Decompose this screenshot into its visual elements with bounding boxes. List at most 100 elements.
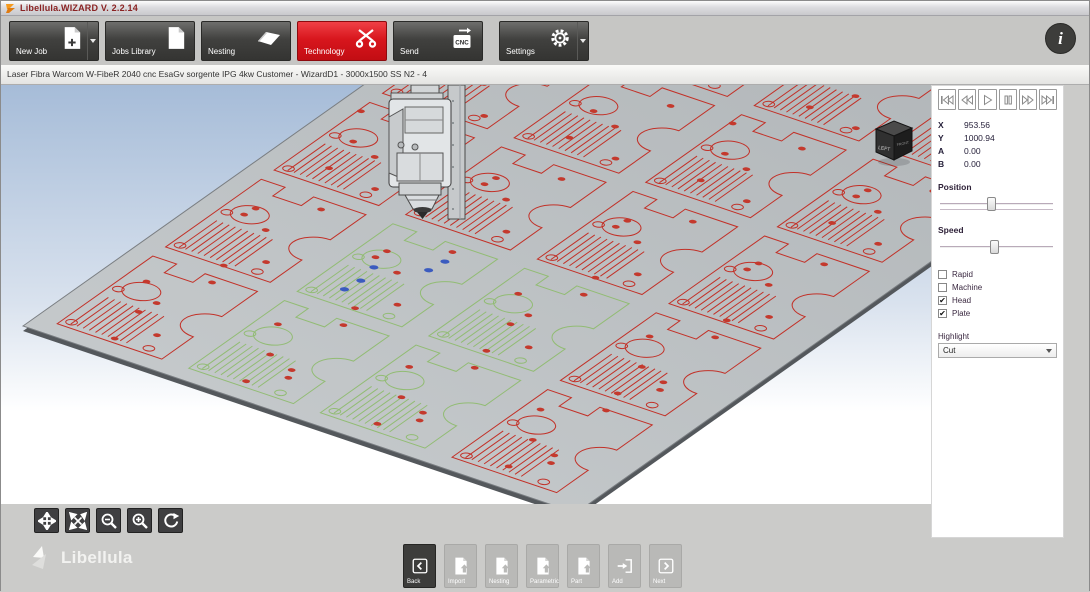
technology-scissors-icon xyxy=(354,26,378,53)
skip-to-start-button[interactable] xyxy=(938,89,956,110)
pan-button[interactable] xyxy=(34,508,59,533)
position-slider[interactable] xyxy=(938,196,1057,213)
zoom-in-icon xyxy=(131,512,149,530)
jobs-library-document-icon xyxy=(166,26,186,53)
settings-dropdown-arrow-icon[interactable] xyxy=(577,22,588,60)
window-title: Libellula.WIZARD V. 2.2.14 xyxy=(20,3,138,13)
position-label: Position xyxy=(938,182,1057,192)
add-button[interactable]: Add xyxy=(608,544,641,588)
pause-icon xyxy=(1001,94,1015,106)
next-icon xyxy=(657,557,675,575)
layer-checkboxes: Rapid Machine ✔Head ✔Plate xyxy=(938,268,1057,320)
reset-view-icon xyxy=(162,512,180,530)
brand-logo: Libellula xyxy=(31,545,133,571)
title-bar: Libellula.WIZARD V. 2.2.14 xyxy=(1,1,1089,16)
back-button[interactable]: Back xyxy=(403,544,436,588)
machine-status-bar: Laser Fibra Warcom W-FibeR 2040 cnc EsaG… xyxy=(1,65,1089,85)
zoom-in-button[interactable] xyxy=(127,508,152,533)
svg-text:CNC: CNC xyxy=(455,39,469,46)
nesting-document-icon xyxy=(493,557,511,575)
rapid-checkbox-box[interactable] xyxy=(938,270,947,279)
step-back-button[interactable] xyxy=(958,89,976,110)
axis-a-value: 0.00 xyxy=(964,146,981,156)
zoom-out-button[interactable] xyxy=(96,508,121,533)
highlight-label: Highlight xyxy=(938,332,1057,341)
send-cnc-icon: CNC xyxy=(450,26,474,55)
speed-slider-thumb[interactable] xyxy=(990,240,999,254)
3d-viewport[interactable]: LEFT FRONT xyxy=(1,85,931,504)
machine-description: Laser Fibra Warcom W-FibeR 2040 cnc EsaG… xyxy=(7,69,427,79)
chevron-down-icon xyxy=(1046,349,1052,353)
pause-button[interactable] xyxy=(999,89,1017,110)
highlight-dropdown[interactable]: Cut xyxy=(938,343,1057,358)
rapid-checkbox[interactable]: Rapid xyxy=(938,268,1057,281)
nesting-button[interactable]: Nesting xyxy=(485,544,518,588)
play-icon xyxy=(980,94,994,106)
toolbar-send-button[interactable]: CNC Send xyxy=(393,21,483,61)
skip-to-start-icon xyxy=(940,94,954,106)
simulation-panel: X953.56 Y1000.94 A0.00 B0.00 Position Sp… xyxy=(931,85,1064,538)
axis-b-label: B xyxy=(938,159,964,169)
nesting-scene: LEFT FRONT xyxy=(1,85,931,504)
wizard-navigation: Back Import Nesting Parametric Part Add … xyxy=(403,544,682,588)
part-button[interactable]: Part xyxy=(567,544,600,588)
import-document-icon xyxy=(452,557,470,575)
toolbar-technology-button[interactable]: Technology xyxy=(297,21,387,61)
pan-icon xyxy=(38,512,56,530)
info-icon: i xyxy=(1058,29,1063,49)
app-logo-icon xyxy=(5,3,16,14)
head-checkbox[interactable]: ✔Head xyxy=(938,294,1057,307)
nesting-sheet-icon xyxy=(256,26,282,51)
new-job-dropdown-arrow-icon[interactable] xyxy=(87,22,98,60)
position-slider-track xyxy=(940,203,1053,205)
toolbar-settings-button[interactable]: Settings xyxy=(499,21,589,61)
speed-slider[interactable] xyxy=(938,239,1057,256)
skip-to-end-icon xyxy=(1041,94,1055,106)
toolbar-nesting-button[interactable]: Nesting xyxy=(201,21,291,61)
transport-controls xyxy=(938,89,1057,110)
toolbar-button-label: New Job xyxy=(16,47,47,56)
speed-label: Speed xyxy=(938,225,1057,235)
head-checkbox-box[interactable]: ✔ xyxy=(938,296,947,305)
plate-checkbox-box[interactable]: ✔ xyxy=(938,309,947,318)
add-icon xyxy=(616,557,634,575)
dragonfly-icon xyxy=(31,545,55,571)
coordinate-readout: X953.56 Y1000.94 A0.00 B0.00 xyxy=(938,118,1057,170)
toolbar-button-label: Send xyxy=(400,47,419,56)
back-icon xyxy=(411,557,429,575)
reset-view-button[interactable] xyxy=(158,508,183,533)
toolbar-button-label: Nesting xyxy=(208,47,235,56)
machine-checkbox[interactable]: Machine xyxy=(938,281,1057,294)
import-button[interactable]: Import xyxy=(444,544,477,588)
play-button[interactable] xyxy=(978,89,996,110)
new-job-document-plus-icon xyxy=(62,26,82,53)
toolbar-jobs-library-button[interactable]: Jobs Library xyxy=(105,21,195,61)
content-area: LEFT FRONT xyxy=(1,85,1089,592)
axis-x-value: 953.56 xyxy=(964,120,990,130)
plate-checkbox[interactable]: ✔Plate xyxy=(938,307,1057,320)
toolbar-button-label: Technology xyxy=(304,47,344,56)
zoom-out-icon xyxy=(100,512,118,530)
axis-a-label: A xyxy=(938,146,964,156)
machine-checkbox-box[interactable] xyxy=(938,283,947,292)
axis-y-label: Y xyxy=(938,133,964,143)
position-slider-thumb[interactable] xyxy=(987,197,996,211)
toolbar-button-label: Settings xyxy=(506,47,535,56)
brand-name: Libellula xyxy=(61,548,133,568)
step-forward-icon xyxy=(1021,94,1035,106)
toolbar-new-job-button[interactable]: New Job xyxy=(9,21,99,61)
step-forward-button[interactable] xyxy=(1019,89,1037,110)
info-button[interactable]: i xyxy=(1045,23,1076,54)
zoom-fit-button[interactable] xyxy=(65,508,90,533)
axis-b-value: 0.00 xyxy=(964,159,981,169)
main-toolbar: New Job Jobs Library Nesting Technology … xyxy=(1,16,1089,65)
axis-x-label: X xyxy=(938,120,964,130)
view-tools xyxy=(34,508,183,533)
next-button[interactable]: Next xyxy=(649,544,682,588)
parametric-document-icon xyxy=(534,557,552,575)
parametric-button[interactable]: Parametric xyxy=(526,544,559,588)
part-document-icon xyxy=(575,557,593,575)
zoom-fit-icon xyxy=(69,512,87,530)
highlight-selected-value: Cut xyxy=(943,346,955,355)
skip-to-end-button[interactable] xyxy=(1039,89,1057,110)
